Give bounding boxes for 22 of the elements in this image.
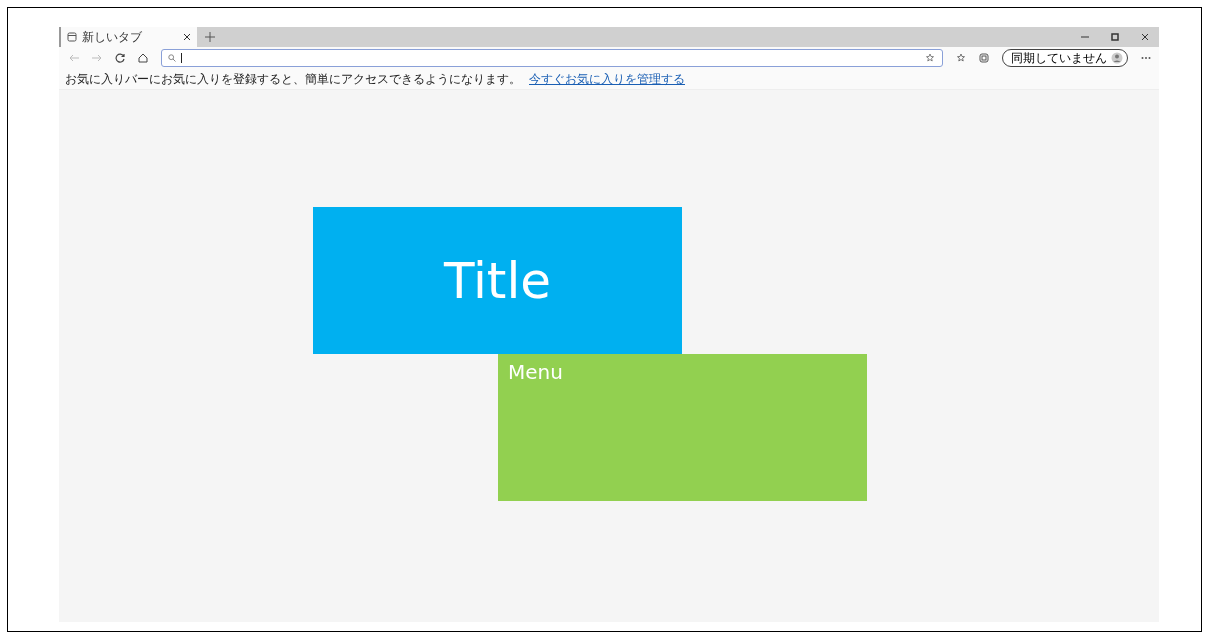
browser-tab[interactable]: 新しいタブ xyxy=(59,27,197,47)
address-field[interactable] xyxy=(161,49,943,67)
manage-favorites-link[interactable]: 今すぐお気に入りを管理する xyxy=(529,70,685,88)
new-tab-icon[interactable] xyxy=(205,32,215,42)
close-icon[interactable] xyxy=(183,33,191,41)
menu-box: Menu xyxy=(498,354,867,501)
collections-icon[interactable] xyxy=(979,53,989,63)
title-box: Title xyxy=(313,207,682,354)
favorites-icon[interactable] xyxy=(956,53,966,63)
minimize-icon[interactable] xyxy=(1081,33,1089,41)
favorites-bar-message: お気に入りバーにお気に入りを登録すると、簡単にアクセスできるようになります。 xyxy=(65,70,521,88)
close-window-icon[interactable] xyxy=(1141,33,1149,41)
tab-title: 新しいタブ xyxy=(82,28,143,46)
more-icon[interactable] xyxy=(1141,56,1151,60)
restore-icon[interactable] xyxy=(1111,33,1119,41)
add-favorite-icon[interactable] xyxy=(926,53,936,63)
avatar-icon xyxy=(1111,52,1123,64)
page-icon xyxy=(67,32,77,42)
search-icon xyxy=(168,54,176,62)
reload-icon[interactable] xyxy=(115,53,125,63)
home-icon[interactable] xyxy=(138,53,148,63)
profile-button[interactable]: 同期していません xyxy=(1002,49,1128,67)
